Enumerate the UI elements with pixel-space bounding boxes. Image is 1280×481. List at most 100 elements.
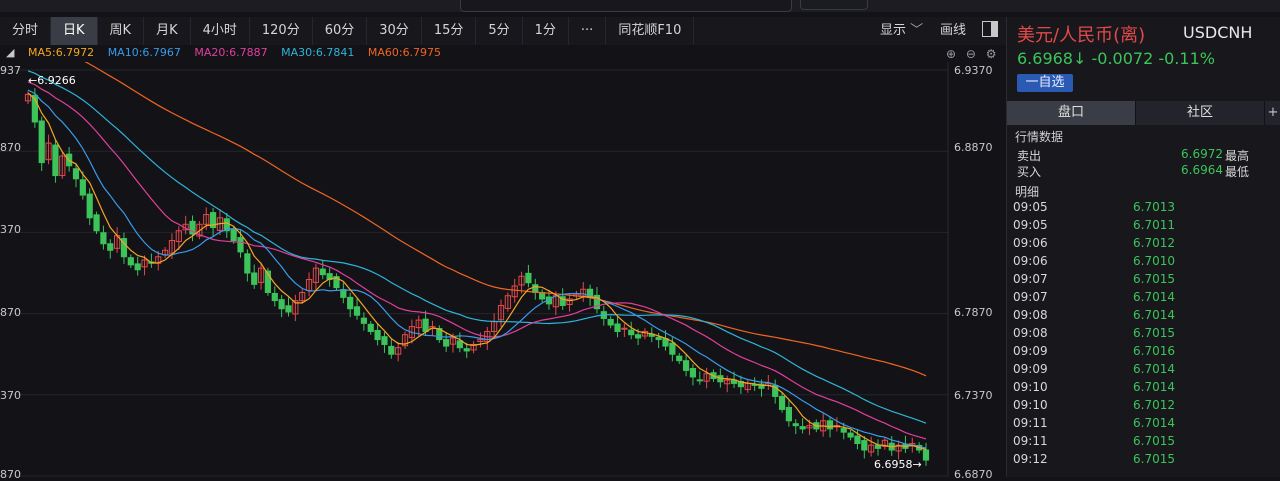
tab-8[interactable]: 15分 xyxy=(422,17,477,45)
tab-1[interactable]: 日K xyxy=(51,17,98,45)
search-input[interactable] xyxy=(460,0,792,12)
tick-time: 09:11 xyxy=(1013,434,1048,448)
tick-price: 6.7014 xyxy=(1133,380,1175,394)
buy-row: 买入 6.6964 最低 xyxy=(1017,163,1279,179)
tab-0[interactable]: 分时 xyxy=(0,17,52,45)
tick-price: 6.7015 xyxy=(1133,452,1175,466)
tick-time: 09:08 xyxy=(1013,326,1048,340)
candle-body xyxy=(422,318,429,332)
tab-2[interactable]: 周K xyxy=(98,17,145,45)
down-arrow-icon: ↓ xyxy=(1072,49,1087,68)
candle-body xyxy=(614,323,621,332)
tick-row: 09:10 6.7012 xyxy=(1013,398,1275,416)
candle-body xyxy=(388,345,395,355)
candle-body xyxy=(353,306,361,316)
zoom-out-icon[interactable]: ⊖ xyxy=(966,47,976,61)
candle-body xyxy=(792,423,799,427)
candle-body xyxy=(456,340,463,349)
tab-order-book[interactable]: 盘口 xyxy=(1007,101,1136,125)
tick-time: 09:06 xyxy=(1013,254,1048,268)
right-axis-label: 6.8870 xyxy=(954,141,993,154)
candle-body xyxy=(271,292,278,302)
kline-chart[interactable] xyxy=(0,62,1006,477)
candle-body xyxy=(381,336,388,345)
tick-price: 6.7014 xyxy=(1133,416,1175,430)
candle-body xyxy=(826,420,834,430)
add-watchlist-button[interactable]: 一自选 xyxy=(1017,74,1073,92)
candle-body xyxy=(689,367,697,378)
candle-body xyxy=(532,284,539,293)
tab-5[interactable]: 120分 xyxy=(250,17,313,45)
tick-row: 09:12 6.7015 xyxy=(1013,452,1275,470)
tick-time: 09:09 xyxy=(1013,344,1048,358)
tick-price: 6.7010 xyxy=(1133,254,1175,268)
ma-collapse-icon[interactable]: ◢ xyxy=(6,46,14,59)
tick-price: 6.7011 xyxy=(1133,218,1175,232)
candle-body xyxy=(682,360,690,371)
tick-row: 09:10 6.7014 xyxy=(1013,380,1275,398)
tick-price: 6.7015 xyxy=(1133,434,1175,448)
ma30-value: MA30:6.7841 xyxy=(281,46,355,59)
tab-community[interactable]: 社区 xyxy=(1136,101,1265,125)
tick-price: 6.7015 xyxy=(1133,272,1175,286)
tick-row: 09:11 6.7015 xyxy=(1013,434,1275,452)
ask-button[interactable] xyxy=(800,0,868,10)
candle-body xyxy=(621,327,628,330)
tick-time: 09:11 xyxy=(1013,416,1048,430)
candle-body xyxy=(443,339,450,347)
left-axis-label: 870 xyxy=(0,468,21,481)
candle-body xyxy=(655,336,662,341)
tab-6[interactable]: 60分 xyxy=(313,17,368,45)
tick-row: 09:08 6.7015 xyxy=(1013,326,1275,344)
tab-3[interactable]: 月K xyxy=(144,17,191,45)
last-price: 6.6968 xyxy=(1017,49,1073,68)
gear-icon[interactable]: ⚙ xyxy=(986,47,997,61)
candle-body xyxy=(127,257,134,266)
tick-time: 09:08 xyxy=(1013,308,1048,322)
candle-body xyxy=(134,263,141,271)
candle-body xyxy=(463,348,470,352)
tick-time: 09:10 xyxy=(1013,380,1048,394)
tick-price: 6.7014 xyxy=(1133,308,1175,322)
left-axis-label: 870 xyxy=(0,141,21,154)
add-tab-icon[interactable]: + xyxy=(1265,101,1280,125)
tab-4[interactable]: 4小时 xyxy=(191,17,250,45)
tick-row: 09:05 6.7013 xyxy=(1013,200,1275,218)
candle-body xyxy=(38,120,45,164)
period-tabbar: 分时 日K 周K 月K 4小时 120分 60分 30分 15分 5分 1分 ··· 同花顺F10 xyxy=(0,17,1006,45)
detail-heading: 明细 xyxy=(1015,185,1040,199)
draw-line-button[interactable]: 画线 xyxy=(940,17,966,45)
tab-11[interactable]: ··· xyxy=(569,17,607,45)
tick-price: 6.7014 xyxy=(1133,290,1175,304)
candle-body xyxy=(237,237,244,253)
high-marker: ←6.9266 xyxy=(28,74,76,87)
candle-body xyxy=(278,299,285,310)
tab-7[interactable]: 30分 xyxy=(367,17,422,45)
price-change-pct: -0.11% xyxy=(1158,49,1215,68)
sell-row: 卖出 6.6972 最高 xyxy=(1017,147,1279,163)
tick-row: 09:06 6.7012 xyxy=(1013,236,1275,254)
buy-label: 买入 xyxy=(1017,165,1042,179)
candle-body xyxy=(922,449,930,461)
instrument-title: 美元/人民币(离) xyxy=(1017,25,1146,46)
tick-price: 6.7014 xyxy=(1133,362,1175,376)
candle-body xyxy=(874,444,882,449)
tab-10[interactable]: 1分 xyxy=(523,17,569,45)
price-change: -0.0072 xyxy=(1091,49,1154,68)
left-axis-label: 370 xyxy=(0,389,21,402)
display-menu-button[interactable]: 显示 ﹀ xyxy=(880,17,923,45)
candle-body xyxy=(778,395,786,410)
candle-body xyxy=(360,317,367,324)
tick-price: 6.7015 xyxy=(1133,326,1175,340)
layout-toggle-icon[interactable] xyxy=(982,21,998,37)
tab-9[interactable]: 5分 xyxy=(476,17,523,45)
candle-body xyxy=(374,329,381,341)
candle-body xyxy=(607,318,614,326)
candle-body xyxy=(319,268,326,276)
high-label: 最高 xyxy=(1225,149,1250,163)
zoom-in-icon[interactable]: ⊕ xyxy=(946,47,956,61)
tab-12[interactable]: 同花顺F10 xyxy=(606,17,695,45)
ma60-value: MA60:6.7975 xyxy=(367,46,442,59)
candle-body xyxy=(634,334,642,339)
candle-body xyxy=(251,272,258,285)
